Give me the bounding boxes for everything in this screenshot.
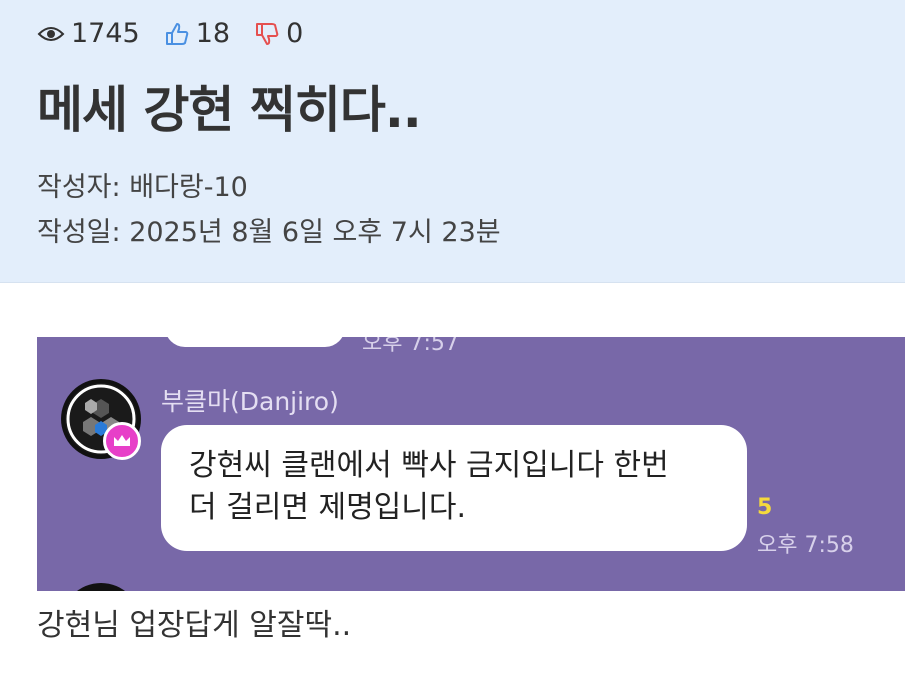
previous-message-time: 오후 7:57 (362, 337, 459, 356)
next-message-avatar (61, 583, 141, 591)
eye-icon (37, 26, 65, 41)
crown-badge (103, 422, 141, 460)
view-count: 1745 (37, 18, 140, 49)
sender-name: 부클마(Danjiro) (161, 387, 339, 416)
dislike-button[interactable]: 0 (254, 18, 303, 49)
crown-icon (114, 435, 130, 446)
chat-screenshot-image: 오후 7:57 부클마(Danjiro) 강현씨 클랜에서 빡사 금지입니다 한… (37, 337, 905, 591)
post-author: 작성자: 배다랑-10 (37, 172, 248, 203)
thumbs-up-icon (165, 22, 189, 45)
like-count: 18 (195, 18, 231, 49)
post-header: 1745 18 0 메세 강현 찍히다.. 작성자: 배다랑-10 작성일: 2… (0, 0, 905, 283)
message-time: 오후 7:58 (757, 533, 854, 558)
previous-message-bubble (165, 337, 345, 347)
message-bubble: 강현씨 클랜에서 빡사 금지입니다 한번 더 걸리면 제명입니다. (161, 425, 747, 551)
like-button[interactable]: 18 (164, 18, 230, 49)
message-line-2: 더 걸리면 제명입니다. (189, 490, 467, 525)
post-title: 메세 강현 찍히다.. (37, 81, 422, 139)
dislike-count: 0 (286, 18, 304, 49)
post-stats: 1745 18 0 (37, 18, 327, 49)
post-date: 작성일: 2025년 8월 6일 오후 7시 23분 (37, 217, 501, 248)
message-line-1: 강현씨 클랜에서 빡사 금지입니다 한번 (189, 448, 669, 483)
view-count-value: 1745 (71, 18, 140, 49)
unread-count: 5 (757, 495, 773, 520)
post-body-text: 강현님 업장답게 알잘딱.. (37, 608, 352, 643)
thumbs-down-icon (256, 22, 279, 45)
